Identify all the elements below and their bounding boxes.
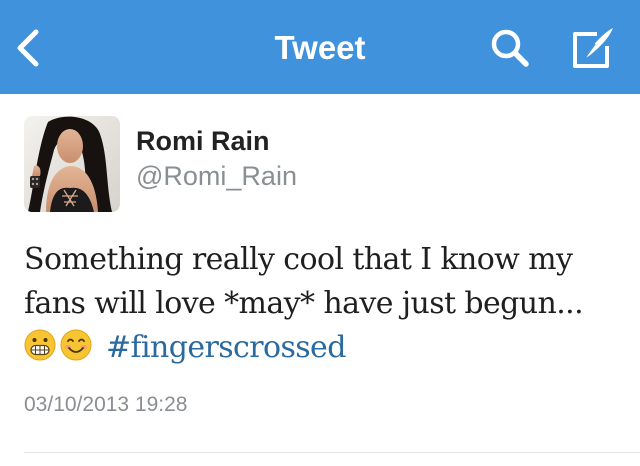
smiling-face-emoji [60,329,92,361]
avatar[interactable] [24,116,120,212]
back-button[interactable] [10,24,50,72]
profile-photo [24,116,120,212]
grimacing-face-emoji [24,329,56,361]
emoji-group [24,329,92,374]
tweet-text: Something really cool that I know my fan… [24,238,620,374]
compose-button[interactable] [567,24,621,72]
hashtag-link[interactable]: #fingerscrossed [106,330,346,365]
tweet-text-body: Something really cool that I know my fan… [24,242,584,321]
navigation-bar: Tweet [0,0,640,94]
divider [24,452,640,453]
search-icon [491,29,529,67]
compose-icon [573,28,613,68]
author-handle[interactable]: @Romi_Rain [136,160,297,192]
search-button[interactable] [488,26,534,70]
tweet-timestamp: 03/10/2013 19:28 [24,393,188,416]
author-display-name[interactable]: Romi Rain [136,125,270,157]
page-title: Tweet [274,29,366,66]
chevron-left-icon [17,29,39,67]
